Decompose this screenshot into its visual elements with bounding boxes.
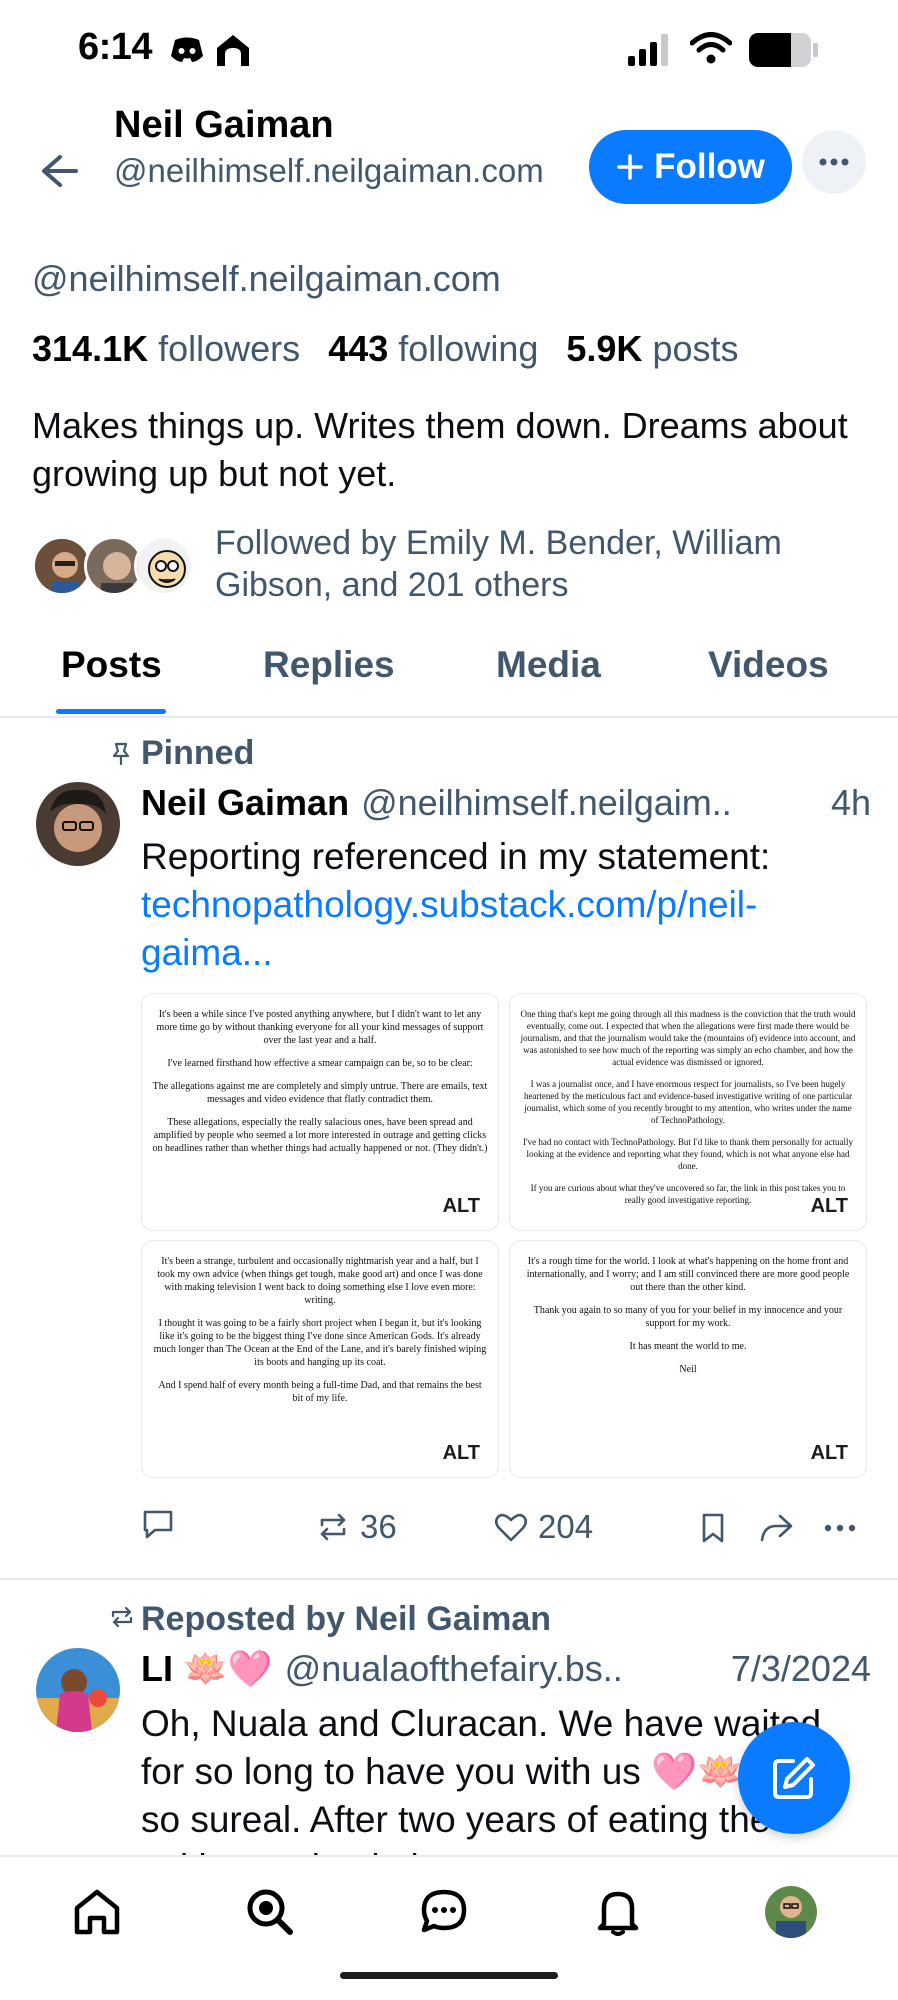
alt-badge[interactable]: ALT: [434, 1440, 488, 1467]
nav-chat[interactable]: [414, 1882, 474, 1942]
bookmark-icon[interactable]: [700, 1512, 726, 1544]
reply-button[interactable]: [141, 1508, 185, 1540]
share-icon[interactable]: [758, 1512, 794, 1544]
profile-handle: @neilhimself.neilgaiman.com: [32, 258, 501, 299]
posts-count: 5.9K: [566, 328, 643, 369]
home-indicator: [340, 1972, 558, 1979]
following-label: following: [398, 328, 539, 369]
chat-icon: [421, 1889, 467, 1933]
image-text: It's a rough time for the world. I look …: [526, 1256, 850, 1375]
reposted-by-label[interactable]: Reposted by Neil Gaiman: [141, 1600, 551, 1639]
signal-icon: [628, 34, 668, 66]
follower-avatar: [32, 536, 92, 596]
tab-posts[interactable]: Posts: [61, 644, 162, 686]
search-icon: [247, 1889, 293, 1935]
followers-label: followers: [158, 328, 301, 369]
header-name: Neil Gaiman: [114, 104, 334, 146]
follow-label: Follow: [654, 147, 765, 186]
reply-icon: [143, 1510, 173, 1539]
discord-icon: [171, 37, 203, 62]
alt-badge[interactable]: ALT: [434, 1193, 488, 1220]
divider: [0, 1578, 898, 1580]
battery-icon: [749, 33, 818, 67]
profile-bio: Makes things up. Writes them down. Dream…: [32, 405, 848, 494]
like-count: 204: [538, 1508, 594, 1545]
repost-icon: [111, 1606, 133, 1628]
post-header: Neil Gaiman @neilhimself.neilgaim.. 4h: [141, 782, 871, 824]
avatar[interactable]: [36, 1648, 120, 1732]
avatar[interactable]: [36, 782, 120, 866]
bell-icon: [597, 1891, 639, 1936]
alt-badge[interactable]: ALT: [802, 1440, 856, 1467]
post-link[interactable]: technopathology.substack.com/p/neil-gaim…: [141, 881, 801, 977]
more-options-button[interactable]: [802, 130, 866, 194]
post-author-handle[interactable]: @nualaofthefairy.bs..: [285, 1648, 623, 1690]
repost-icon: [320, 1513, 346, 1541]
plus-icon: [617, 154, 643, 180]
pinned-label: Pinned: [141, 734, 255, 772]
post-header: LI 🪷🩷 @nualaofthefairy.bs.. 7/3/2024: [141, 1648, 871, 1690]
status-time: 6:14: [78, 26, 153, 68]
following-stat[interactable]: 443 following: [328, 328, 538, 369]
alt-badge[interactable]: ALT: [802, 1193, 856, 1220]
post-author-name[interactable]: Neil Gaiman: [141, 782, 349, 824]
tab-media[interactable]: Media: [496, 644, 601, 686]
wifi-icon: [690, 32, 732, 64]
heart-icon: [494, 1513, 528, 1542]
follower-avatar: [134, 536, 194, 596]
post-text: Reporting referenced in my statement:: [141, 836, 771, 877]
post-image[interactable]: One thing that's kept me going through a…: [509, 993, 867, 1231]
active-tab-indicator: [56, 709, 166, 714]
image-text: It's been a while since I've posted anyt…: [152, 1009, 488, 1154]
posts-stat: 5.9K posts: [566, 328, 738, 369]
post-image[interactable]: It's been a while since I've posted anyt…: [141, 993, 499, 1231]
compose-button[interactable]: [738, 1722, 850, 1834]
nav-profile[interactable]: [761, 1882, 821, 1942]
tab-videos[interactable]: Videos: [708, 644, 829, 686]
repost-count: 36: [360, 1508, 397, 1545]
ellipsis-icon[interactable]: [824, 1524, 856, 1532]
tab-replies[interactable]: Replies: [263, 644, 395, 686]
home-icon: [74, 1889, 120, 1935]
nav-search[interactable]: [240, 1882, 300, 1942]
post-time: 7/3/2024: [730, 1648, 871, 1689]
post-image[interactable]: It's a rough time for the world. I look …: [509, 1240, 867, 1478]
header-handle: @neilhimself.neilgaiman.com: [114, 152, 544, 189]
posts-label: posts: [652, 328, 739, 369]
image-text: It's been a strange, turbulent and occas…: [153, 1256, 487, 1404]
follow-button[interactable]: Follow: [589, 130, 792, 204]
home-notification-icon: [217, 35, 249, 66]
post-author-name[interactable]: LI 🪷🩷: [141, 1648, 273, 1690]
compose-icon: [773, 1757, 815, 1799]
like-button[interactable]: 204: [494, 1508, 593, 1546]
followed-by-text[interactable]: Followed by Emily M. Bender, William Gib…: [215, 522, 865, 606]
repost-button[interactable]: 36: [316, 1508, 397, 1546]
followers-stat[interactable]: 314.1K followers: [32, 328, 300, 369]
post-image[interactable]: It's been a strange, turbulent and occas…: [141, 1240, 499, 1478]
back-arrow-icon[interactable]: [32, 145, 84, 197]
profile-avatar: [765, 1886, 817, 1938]
divider: [0, 716, 898, 718]
post-author-handle[interactable]: @neilhimself.neilgaim..: [361, 782, 732, 824]
following-count: 443: [328, 328, 389, 369]
followers-count: 314.1K: [32, 328, 149, 369]
pin-icon: [112, 742, 130, 766]
nav-home[interactable]: [67, 1882, 127, 1942]
profile-stats: 314.1K followers 443 following 5.9K post…: [32, 328, 739, 370]
nav-notifications[interactable]: [588, 1882, 648, 1942]
post-time: 4h: [830, 782, 871, 823]
ellipsis-icon: [819, 158, 849, 166]
